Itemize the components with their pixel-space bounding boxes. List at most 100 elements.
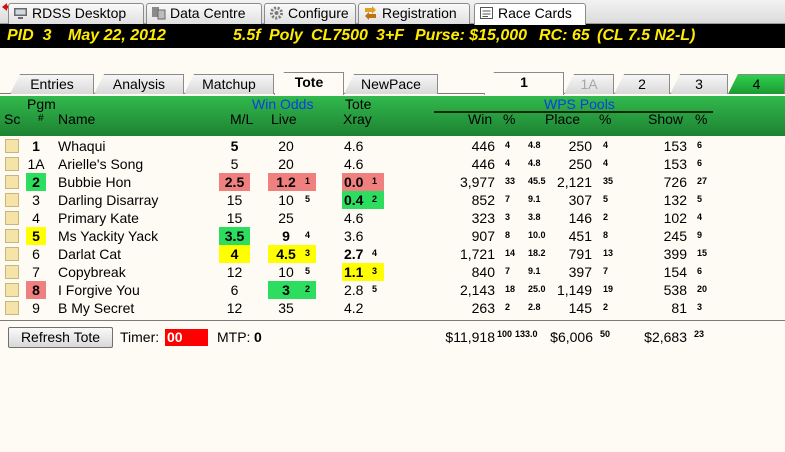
place-pct: 2 (603, 212, 609, 222)
morning-line-odds: 3.5 (224, 228, 245, 244)
tab-race-1a[interactable]: 1A (564, 74, 614, 94)
xray-rank: 1 (372, 176, 378, 186)
show-pct: 5 (697, 194, 703, 204)
horse-name[interactable]: Ms Yackity Yack (58, 227, 158, 245)
horse-name[interactable]: Copybreak (58, 263, 126, 281)
tab-matchup[interactable]: Matchup (184, 74, 274, 94)
show-pct: 6 (697, 140, 703, 150)
tab-registration[interactable]: Registration (358, 3, 470, 24)
tab-rdss-desktop[interactable]: RDSS Desktop (8, 3, 144, 24)
table-row[interactable]: 1A Arielle's Song 5 20 4.6 446 4 4.8 250 4 153 6 (0, 155, 785, 173)
tab-configure[interactable]: Configure (264, 3, 356, 24)
scratch-checkbox[interactable] (5, 301, 19, 315)
tote-grid-header: Pgm Sc # Name Win Odds M/L Live Tote Xra… (0, 96, 785, 136)
place-pool: 145 (568, 300, 592, 316)
col-xray: Xray (343, 111, 372, 127)
scratch-checkbox[interactable] (5, 193, 19, 207)
horse-name[interactable]: Darlat Cat (58, 245, 121, 263)
table-row[interactable]: 4 Primary Kate 15 25 4.6 323 3 3.8 146 2 102 4 (0, 209, 785, 227)
tab-race-2[interactable]: 2 (614, 74, 670, 94)
morning-line-odds: 4 (230, 246, 239, 262)
horse-name[interactable]: Primary Kate (58, 209, 139, 227)
col-show-pct: % (695, 111, 708, 127)
program-number: 4 (32, 210, 40, 226)
live-odds: 9 (282, 228, 290, 244)
tab-newpace[interactable]: NewPace (344, 74, 438, 94)
show-pool: 538 (663, 282, 687, 298)
table-row[interactable]: 8I Forgive You 6 3 2 2.8 5 2,143 18 25.0 1,149 19 5… (0, 281, 785, 299)
scratch-checkbox[interactable] (5, 211, 19, 225)
win-pct: 3 (505, 212, 511, 222)
table-row[interactable]: 1 Whaqui 5 20 4.6 446 4 4.8 250 4 153 6 (0, 137, 785, 155)
show-pct: 3 (697, 302, 703, 312)
win-pool: 1,721 (459, 246, 495, 262)
table-row[interactable]: 3 Darling Disarray 15 10 5 0.4 2 852 7 9.1 307 5 132… (0, 191, 785, 209)
scratch-checkbox[interactable] (5, 157, 19, 171)
col-win-odds: Win Odds (252, 96, 314, 112)
scratch-checkbox[interactable] (5, 175, 19, 189)
program-number: 5 (32, 228, 40, 244)
scratch-checkbox[interactable] (5, 265, 19, 279)
win-ratio: 9.1 (528, 266, 541, 276)
tab-analysis[interactable]: Analysis (94, 74, 184, 94)
xray-rank: 4 (372, 248, 378, 258)
horse-name[interactable]: Darling Disarray (58, 191, 158, 209)
horse-name[interactable]: Bubbie Hon (58, 173, 131, 191)
col-place-pct: % (599, 111, 612, 127)
horse-name[interactable]: I Forgive You (58, 281, 140, 299)
tab-race-3[interactable]: 3 (670, 74, 728, 94)
win-pool: 446 (471, 156, 495, 172)
scratch-checkbox[interactable] (5, 139, 19, 153)
col-live: Live (271, 111, 297, 127)
col-wps-pools: WPS Pools (544, 96, 615, 112)
horse-name[interactable]: Arielle's Song (58, 155, 143, 173)
scratch-checkbox[interactable] (5, 283, 19, 297)
race-pid: PID 3 (7, 27, 52, 44)
show-pool: 726 (663, 174, 687, 190)
tab-entries[interactable]: Entries (10, 74, 94, 94)
col-name: Name (58, 111, 96, 127)
scratch-checkbox[interactable] (5, 229, 19, 243)
horse-name[interactable]: B My Secret (58, 299, 134, 317)
tab-label: Data Centre (170, 5, 246, 21)
table-row[interactable]: 9 B My Secret 12 35 4.2 263 2 2.8 145 2 81 3 (0, 299, 785, 317)
table-row[interactable]: 6 Darlat Cat 4 4.5 3 2.7 4 1,721 14 18.2 791 13 399 1… (0, 245, 785, 263)
desktop-icon (14, 8, 27, 19)
show-pool: 81 (671, 300, 687, 316)
tab-race-cards[interactable]: Race Cards (474, 3, 586, 25)
xray-odds: 1.1 (344, 264, 364, 280)
registration-icon (365, 6, 376, 20)
win-ratio: 3.8 (528, 212, 541, 222)
win-pct: 2 (505, 302, 511, 312)
table-row[interactable]: 5 Ms Yackity Yack 3.5 9 4 3.6 907 8 10.0 451 8 245 9 (0, 227, 785, 245)
database-icon (152, 7, 166, 20)
horse-name[interactable]: Whaqui (58, 137, 105, 155)
program-number: 8 (32, 282, 40, 298)
refresh-tote-button[interactable]: Refresh Tote (8, 327, 113, 348)
table-row[interactable]: 7 Copybreak 12 10 5 1.1 3 840 7 9.1 397 7 154 6 (0, 263, 785, 281)
show-pool: 132 (663, 192, 687, 208)
place-pct: 7 (603, 266, 609, 276)
morning-line-odds: 15 (226, 210, 243, 226)
xray-odds: 0.4 (344, 192, 364, 208)
place-pct: 4 (603, 140, 609, 150)
scratch-checkbox[interactable] (5, 247, 19, 261)
tab-tote[interactable]: Tote (274, 72, 344, 95)
race-card-panel: Entries Analysis Matchup Tote NewPace 1 … (0, 48, 785, 452)
tab-race-1[interactable]: 1 (484, 72, 564, 95)
tab-label: RDSS Desktop (32, 5, 127, 21)
show-pool: 245 (663, 228, 687, 244)
show-pool: 154 (663, 264, 687, 280)
race-card-icon (480, 7, 493, 19)
col-ml: M/L (230, 111, 254, 127)
live-odds: 1.2 (276, 174, 296, 190)
win-pool: 323 (471, 210, 495, 226)
win-pool: 3,977 (459, 174, 495, 190)
tab-race-4[interactable]: 4 (728, 74, 785, 94)
live-odds-rank: 5 (305, 194, 311, 204)
place-pool: 1,149 (556, 282, 592, 298)
xray-odds: 4.6 (344, 156, 364, 172)
place-pool: 451 (568, 228, 592, 244)
tab-data-centre[interactable]: Data Centre (146, 3, 262, 24)
table-row[interactable]: 2 Bubbie Hon 2.5 1.2 1 0.0 1 3,977 33 45.5 2,121 35… (0, 173, 785, 191)
